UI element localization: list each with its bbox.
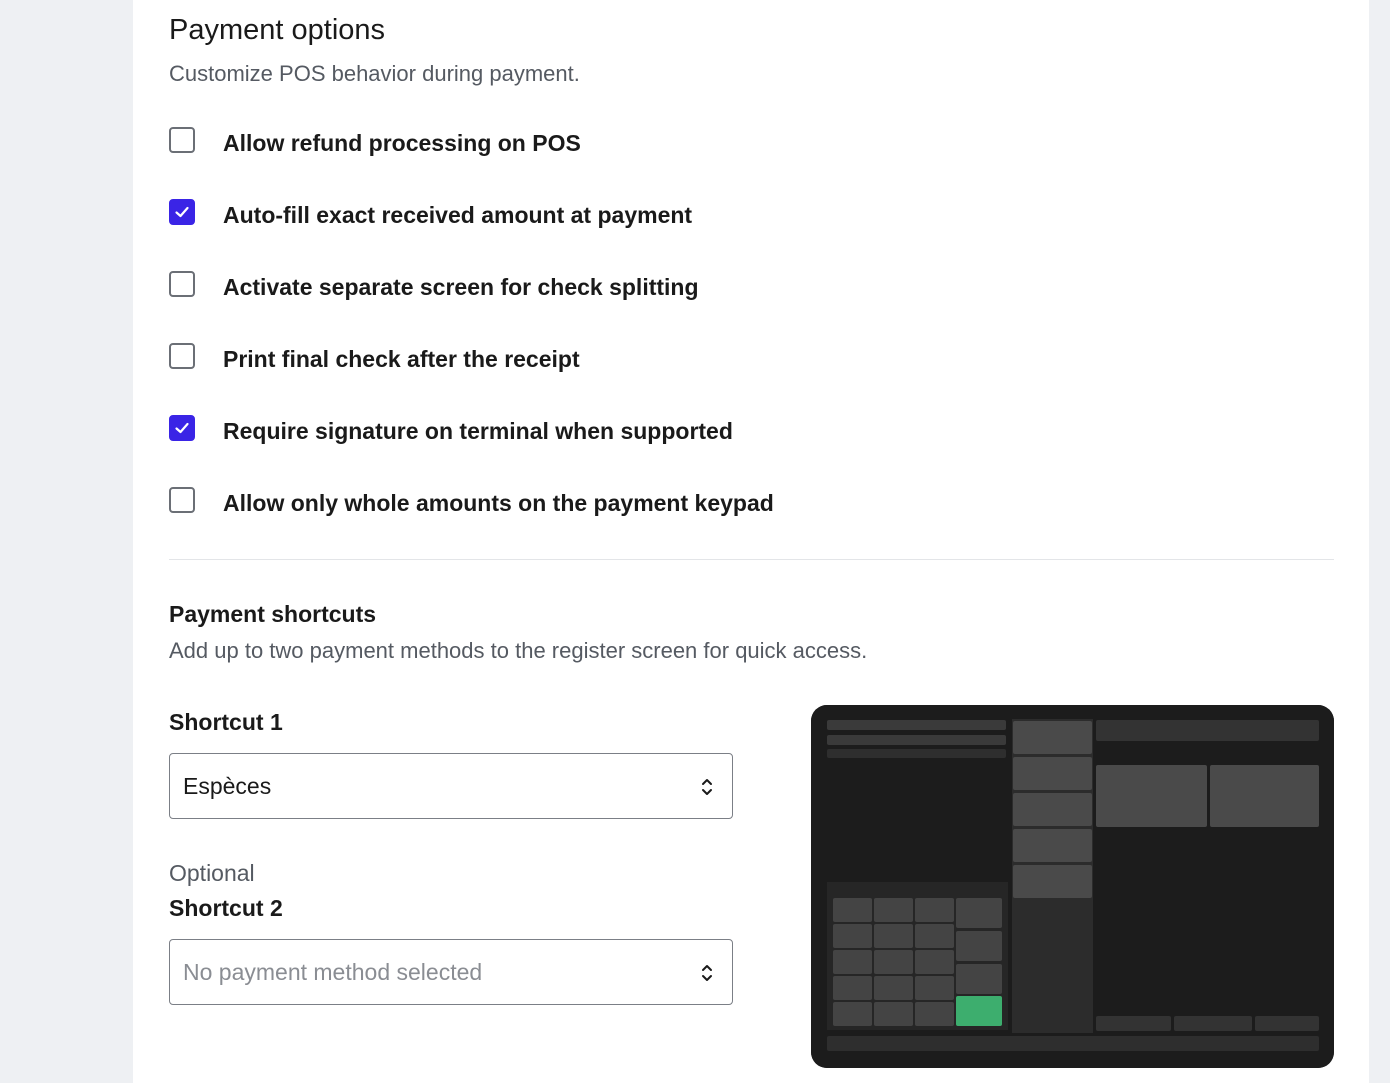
shortcut-2-placeholder: No payment method selected	[183, 959, 483, 985]
option-whole-amounts[interactable]: Allow only whole amounts on the payment …	[169, 487, 969, 559]
register-preview-image	[811, 705, 1334, 1068]
checkbox[interactable]	[169, 487, 195, 513]
options-list: Allow refund processing on POS Auto-fill…	[169, 127, 969, 559]
option-label: Activate separate screen for check split…	[223, 274, 699, 300]
section-subtitle: Customize POS behavior during payment.	[169, 61, 580, 86]
check-icon	[175, 422, 189, 434]
shortcuts-subtitle: Add up to two payment methods to the reg…	[169, 638, 868, 663]
option-label: Require signature on terminal when suppo…	[223, 418, 733, 444]
option-label: Allow only whole amounts on the payment …	[223, 490, 774, 516]
shortcut-1-select[interactable]: Espèces	[169, 753, 733, 819]
checkbox[interactable]	[169, 415, 195, 441]
settings-content: Payment options Customize POS behavior d…	[169, 0, 1334, 1083]
shortcut-2-label: Shortcut 2	[169, 895, 283, 921]
option-refund-processing[interactable]: Allow refund processing on POS	[169, 127, 969, 199]
section-title: Payment options	[169, 14, 386, 46]
check-icon	[175, 206, 189, 218]
checkbox[interactable]	[169, 343, 195, 369]
chevron-up-down-icon	[702, 965, 712, 981]
settings-panel: Payment options Customize POS behavior d…	[133, 0, 1369, 1083]
checkbox[interactable]	[169, 127, 195, 153]
option-check-splitting[interactable]: Activate separate screen for check split…	[169, 271, 969, 343]
shortcuts-title: Payment shortcuts	[169, 601, 377, 627]
shortcut-1-label: Shortcut 1	[169, 709, 283, 735]
checkbox[interactable]	[169, 199, 195, 225]
optional-note: Optional	[169, 860, 255, 886]
option-print-final-check[interactable]: Print final check after the receipt	[169, 343, 969, 415]
option-label: Auto-fill exact received amount at payme…	[223, 202, 693, 228]
shortcut-2-select[interactable]: No payment method selected	[169, 939, 733, 1005]
option-label: Allow refund processing on POS	[223, 130, 581, 156]
chevron-up-down-icon	[702, 779, 712, 795]
option-autofill-amount[interactable]: Auto-fill exact received amount at payme…	[169, 199, 969, 271]
register-preview-illustration	[811, 705, 1334, 1068]
option-require-signature[interactable]: Require signature on terminal when suppo…	[169, 415, 969, 487]
divider	[169, 559, 1334, 560]
shortcut-1-value: Espèces	[183, 773, 272, 799]
checkbox[interactable]	[169, 271, 195, 297]
option-label: Print final check after the receipt	[223, 346, 580, 372]
